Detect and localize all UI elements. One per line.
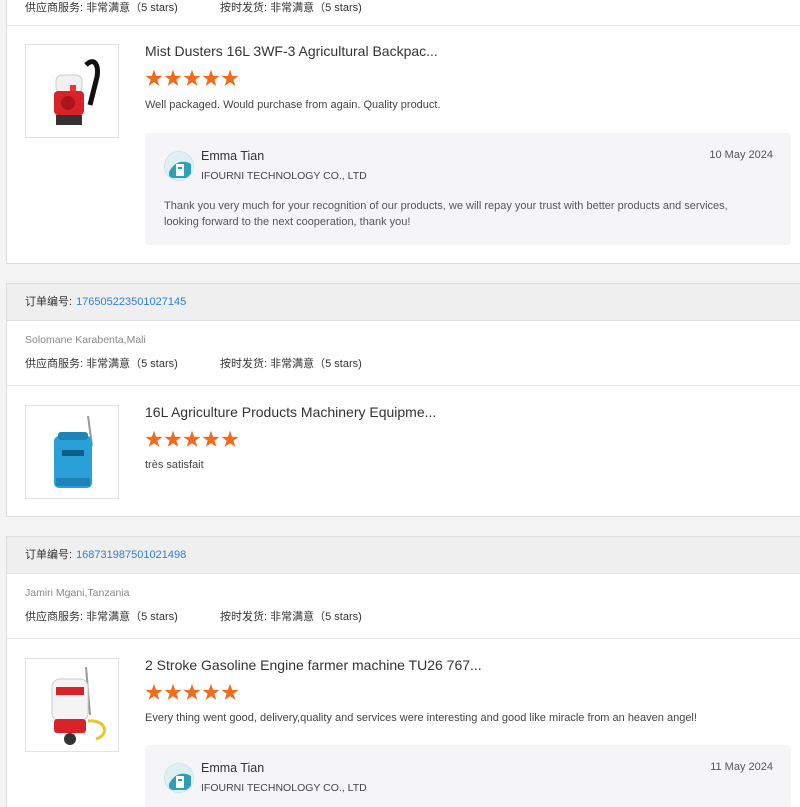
star-icon xyxy=(202,430,220,447)
ratings-row: 供应商服务: 非常满意（5 stars) 按时发货: 非常满意（5 stars) xyxy=(25,0,362,15)
avatar xyxy=(164,763,194,793)
star-icon xyxy=(202,683,220,700)
product-thumbnail[interactable] xyxy=(25,405,119,499)
order-label: 订单编号: xyxy=(25,296,73,308)
star-icon xyxy=(145,683,163,700)
buyer-name: Solomane Karabenta,Mali xyxy=(25,334,146,346)
order-number-link[interactable]: 168731987501021498 xyxy=(76,549,186,561)
sprayer-tank-image xyxy=(54,415,93,488)
reply-date: 10 May 2024 xyxy=(709,149,773,161)
order-label: 订单编号: xyxy=(25,549,73,561)
divider xyxy=(7,25,800,26)
reply-author-name: Emma Tian xyxy=(201,149,265,163)
on-time-delivery-rating: 按时发货: 非常满意（5 stars) xyxy=(220,611,362,623)
review-card: 供应商服务: 非常满意（5 stars) 按时发货: 非常满意（5 stars)… xyxy=(6,0,800,264)
star-icon xyxy=(145,430,163,447)
company-logo-icon xyxy=(165,152,193,180)
star-icon xyxy=(145,69,163,86)
star-icon xyxy=(202,69,220,86)
star-icon xyxy=(221,69,239,86)
star-icon xyxy=(164,683,182,700)
buyer-name: Jamiri Mgani,Tanzania xyxy=(25,587,130,599)
product-thumbnail[interactable] xyxy=(25,44,119,138)
star-icon xyxy=(183,69,201,86)
ratings-row: 供应商服务: 非常满意（5 stars) 按时发货: 非常满意（5 stars) xyxy=(25,608,362,624)
star-rating xyxy=(145,430,239,448)
reply-author-name: Emma Tian xyxy=(201,761,265,775)
star-icon xyxy=(183,683,201,700)
reply-date: 11 May 2024 xyxy=(710,761,773,773)
review-text: Well packaged. Would purchase from again… xyxy=(145,99,441,111)
star-icon xyxy=(221,683,239,700)
star-icon xyxy=(164,69,182,86)
on-time-delivery-rating: 按时发货: 非常满意（5 stars) xyxy=(220,2,362,14)
product-title-link[interactable]: 2 Stroke Gasoline Engine farmer machine … xyxy=(145,657,482,673)
review-card: 订单编号: 176505223501027145 Solomane Karaben… xyxy=(6,283,800,517)
backpack-duster-image xyxy=(54,59,101,125)
product-thumbnail[interactable] xyxy=(25,658,119,752)
ratings-row: 供应商服务: 非常满意（5 stars) 按时发货: 非常满意（5 stars) xyxy=(25,355,362,371)
review-text: Every thing went good, delivery,quality … xyxy=(145,712,697,724)
review-text: très satisfait xyxy=(145,459,204,471)
gasoline-sprayer-image xyxy=(51,666,106,745)
divider xyxy=(7,385,800,386)
reply-text: Thank you very much for your recognition… xyxy=(164,200,728,228)
reply-company: IFOURNI TECHNOLOGY CO., LTD xyxy=(201,170,367,182)
supplier-reply: Emma Tian IFOURNI TECHNOLOGY CO., LTD 11… xyxy=(145,745,791,807)
order-bar: 订单编号: 168731987501021498 xyxy=(7,537,800,574)
supplier-service-rating: 供应商服务: 非常满意（5 stars) xyxy=(25,358,178,370)
star-rating xyxy=(145,69,239,87)
star-icon xyxy=(221,430,239,447)
company-logo-icon xyxy=(165,764,193,792)
order-number-link[interactable]: 176505223501027145 xyxy=(76,296,186,308)
review-card: 订单编号: 168731987501021498 Jamiri Mgani,Tan… xyxy=(6,536,800,807)
supplier-service-rating: 供应商服务: 非常满意（5 stars) xyxy=(25,2,178,14)
star-icon xyxy=(183,430,201,447)
avatar xyxy=(164,151,194,181)
reply-company: IFOURNI TECHNOLOGY CO., LTD xyxy=(201,782,367,794)
star-rating xyxy=(145,683,239,701)
supplier-service-rating: 供应商服务: 非常满意（5 stars) xyxy=(25,611,178,623)
divider xyxy=(7,638,800,639)
product-title-link[interactable]: Mist Dusters 16L 3WF-3 Agricultural Back… xyxy=(145,43,438,59)
supplier-reply: Emma Tian IFOURNI TECHNOLOGY CO., LTD 10… xyxy=(145,133,791,245)
order-bar: 订单编号: 176505223501027145 xyxy=(7,284,800,321)
product-title-link[interactable]: 16L Agriculture Products Machinery Equip… xyxy=(145,404,436,420)
on-time-delivery-rating: 按时发货: 非常满意（5 stars) xyxy=(220,358,362,370)
star-icon xyxy=(164,430,182,447)
